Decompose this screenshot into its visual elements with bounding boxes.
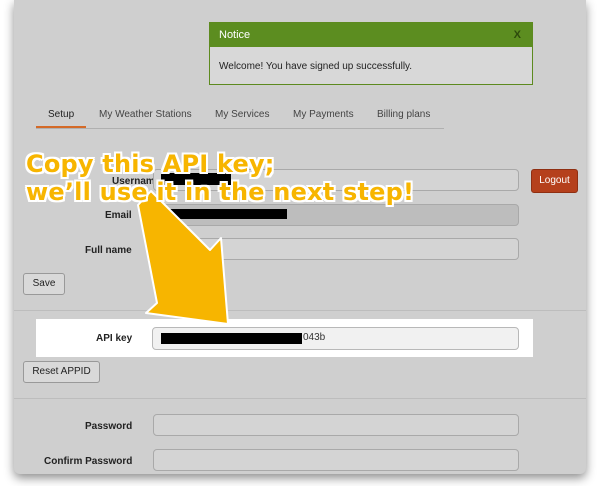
arrow-shape xyxy=(137,190,229,325)
app-window: Notice X Welcome! You have signed up suc… xyxy=(14,0,586,474)
annotation-line-2: we’ll use it in the next step! xyxy=(26,178,415,206)
annotation-line-1: Copy this API key; xyxy=(26,150,275,178)
annotation-arrow xyxy=(137,190,229,325)
